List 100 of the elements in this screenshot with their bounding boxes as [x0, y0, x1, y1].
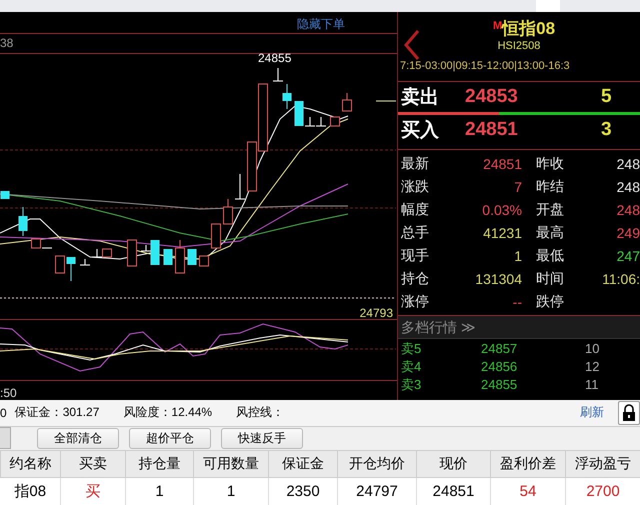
stat-value: 248 [616, 178, 640, 194]
stat-label: 涨停 [400, 292, 430, 310]
column-header[interactable]: 保证金 [268, 450, 338, 478]
stat-label: 最新 [400, 154, 430, 172]
candle [316, 116, 326, 126]
stat-value: 131304 [474, 270, 522, 286]
candle [234, 174, 246, 200]
volume-value: 3 [601, 119, 612, 141]
depth-header[interactable]: 多档行情 ≫ [398, 316, 640, 339]
stat-value: 11:06: [601, 270, 640, 286]
action-button[interactable]: 快速反手 [221, 428, 303, 449]
depth-volume: 10 [585, 341, 600, 356]
stat-label: 幅度 [400, 200, 430, 218]
stat-value: 247 [616, 248, 640, 264]
market-label: M [492, 20, 502, 32]
table-cell: 1 [126, 478, 194, 505]
account-value: 0 [0, 406, 7, 420]
stat-value: -- [512, 294, 522, 310]
candle [199, 256, 209, 266]
candle [175, 240, 185, 274]
depth-label: 卖5 [400, 340, 422, 358]
action-button[interactable]: 超价平仓 [129, 428, 211, 449]
hide-order-link[interactable]: 隐藏下单 [297, 16, 345, 33]
refresh-link[interactable]: 刷新 [580, 404, 604, 422]
table-cell: 2700 [566, 478, 640, 505]
stat-value: 248 [616, 202, 640, 218]
table-cell: 买 [60, 478, 126, 505]
column-header[interactable]: 买卖 [60, 450, 126, 478]
candle [342, 92, 352, 112]
table-cell: 指08 [0, 478, 60, 505]
candle [223, 198, 233, 224]
candle [127, 240, 137, 266]
action-button[interactable]: 全部清仓 [37, 428, 119, 449]
column-header[interactable]: 持仓量 [126, 450, 194, 478]
stat-label: 跌停 [535, 292, 565, 310]
column-header[interactable]: 盈利价差 [490, 450, 566, 478]
candle [272, 68, 284, 82]
table-cell: 24797 [338, 478, 416, 505]
stat-label: 昨结 [535, 178, 565, 196]
tab-edge[interactable] [0, 427, 11, 450]
stat-value: 1 [513, 248, 522, 264]
column-header[interactable]: 约名称 [0, 450, 60, 478]
table-cell: 2350 [268, 478, 338, 505]
candle [247, 142, 257, 192]
contract-name: 恒指08 [502, 20, 556, 38]
volume-value: 5 [601, 86, 612, 108]
high-price-label: 24855 [258, 51, 292, 65]
candle [66, 256, 76, 282]
risk-text: 风险度：12.44% [123, 404, 212, 422]
candle [211, 224, 221, 248]
depth-volume: 12 [585, 359, 600, 374]
contract-code: HSI2508 [498, 40, 540, 52]
candle [330, 116, 340, 126]
price-value: 24851 [465, 119, 519, 141]
stat-label: 最高 [535, 224, 565, 242]
candle [102, 248, 112, 258]
risk-line-text: 风控线： [236, 404, 284, 422]
candle [282, 84, 292, 110]
candle [55, 256, 65, 274]
time-label: :50 [0, 386, 17, 400]
candle [18, 206, 28, 236]
column-header[interactable]: 浮动盈亏 [566, 450, 640, 478]
stat-label: 现手 [400, 246, 430, 264]
stat-value: 7 [513, 178, 522, 194]
price-marker-line [376, 100, 396, 102]
candle [258, 84, 268, 152]
stat-value: 249 [616, 224, 640, 240]
column-header[interactable]: 现价 [416, 450, 490, 478]
axis-value: 38 [0, 36, 14, 50]
candle [0, 190, 10, 200]
depth-price: 24856 [481, 359, 518, 374]
stat-value: 248 [616, 156, 640, 172]
trading-sessions: 7:15-03:00|09:15-12:00|13:00-16:3 [399, 60, 570, 72]
stat-label: 最低 [535, 246, 565, 264]
table-cell: 1 [194, 478, 268, 505]
table-cell: 54 [490, 478, 566, 505]
depth-price: 24855 [481, 377, 518, 392]
candle [164, 248, 172, 266]
stat-label: 开盘 [535, 200, 565, 218]
depth-label: 卖4 [400, 358, 422, 376]
candle [188, 248, 196, 266]
candle [92, 248, 102, 258]
price-line-label: 24793 [360, 307, 393, 319]
depth-label: 卖3 [400, 376, 422, 394]
column-header[interactable]: 可用数量 [194, 450, 268, 478]
lock-icon[interactable] [618, 400, 640, 425]
table-cell: 24851 [416, 478, 490, 505]
depth-volume: 11 [585, 377, 598, 392]
stat-value: 0.03% [481, 202, 522, 218]
stat-label: 涨跌 [400, 178, 430, 196]
stat-label: 昨收 [535, 154, 565, 172]
depth-price: 24857 [481, 341, 518, 356]
side-label: 卖出 [400, 86, 440, 110]
stat-label: 时间 [535, 270, 565, 288]
stat-value: 41231 [482, 224, 522, 240]
stat-label: 持仓 [400, 270, 430, 288]
column-header[interactable]: 开仓均价 [338, 450, 416, 478]
stat-value: 24851 [482, 156, 522, 172]
margin-text: 保证金：301.27 [14, 404, 100, 422]
menu-bar [536, 0, 560, 12]
